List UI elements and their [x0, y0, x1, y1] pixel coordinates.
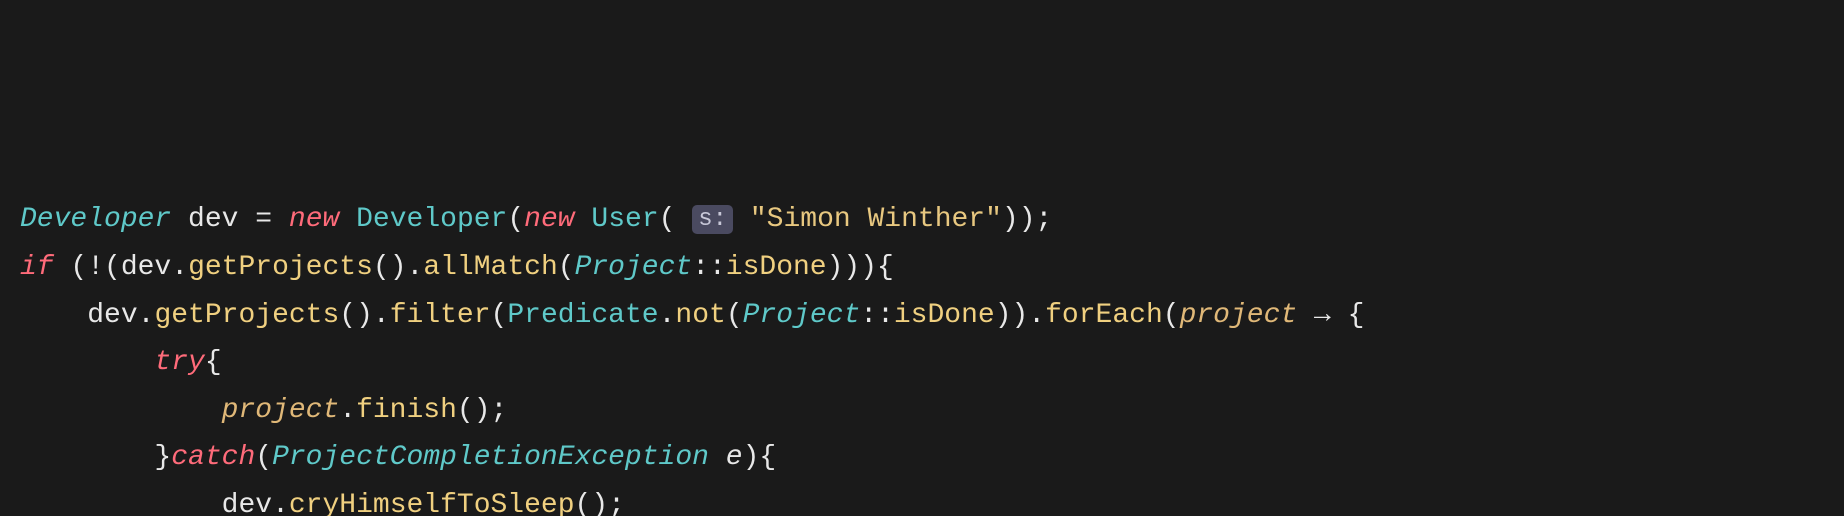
code-line-7: dev.cryHimselfToSleep();: [20, 482, 1824, 516]
variable-token: dev: [121, 252, 171, 283]
keyword-token: new: [289, 204, 339, 235]
param-hint-badge: s:: [692, 205, 733, 234]
class-token: ProjectCompletionException: [272, 442, 709, 473]
keyword-token: try: [154, 347, 204, 378]
class-token: Developer: [356, 204, 507, 235]
string-token: "Simon Winther": [750, 204, 1002, 235]
code-block[interactable]: Developer dev = new Developer(new User( …: [20, 196, 1824, 516]
type-token: Developer: [20, 204, 171, 235]
method-token: finish: [356, 395, 457, 426]
variable-token: project: [222, 395, 340, 426]
keyword-token: catch: [171, 442, 255, 473]
lambda-param-token: project: [1180, 300, 1298, 331]
variable-token: dev: [87, 300, 137, 331]
code-line-2: if (!(dev.getProjects().allMatch(Project…: [20, 244, 1824, 292]
method-token: not: [675, 300, 725, 331]
method-ref-token: isDone: [894, 300, 995, 331]
code-line-3: dev.getProjects().filter(Predicate.not(P…: [20, 292, 1824, 340]
class-token: User: [591, 204, 658, 235]
method-token: allMatch: [423, 252, 557, 283]
code-line-4: try{: [20, 339, 1824, 387]
class-token: Project: [743, 300, 861, 331]
lambda-arrow-icon: → {: [1297, 300, 1364, 331]
method-token: getProjects: [188, 252, 373, 283]
keyword-token: new: [524, 204, 574, 235]
param-token: e: [726, 442, 743, 473]
method-ref-token: isDone: [726, 252, 827, 283]
variable-token: dev: [222, 490, 272, 516]
code-line-6: }catch(ProjectCompletionException e){: [20, 434, 1824, 482]
class-token: Project: [575, 252, 693, 283]
class-token: Predicate: [507, 300, 658, 331]
code-line-1: Developer dev = new Developer(new User( …: [20, 196, 1824, 244]
method-token: forEach: [1045, 300, 1163, 331]
keyword-token: if: [20, 252, 54, 283]
variable-token: dev: [188, 204, 238, 235]
method-token: cryHimselfToSleep: [289, 490, 575, 516]
method-token: filter: [390, 300, 491, 331]
code-line-5: project.finish();: [20, 387, 1824, 435]
method-token: getProjects: [154, 300, 339, 331]
